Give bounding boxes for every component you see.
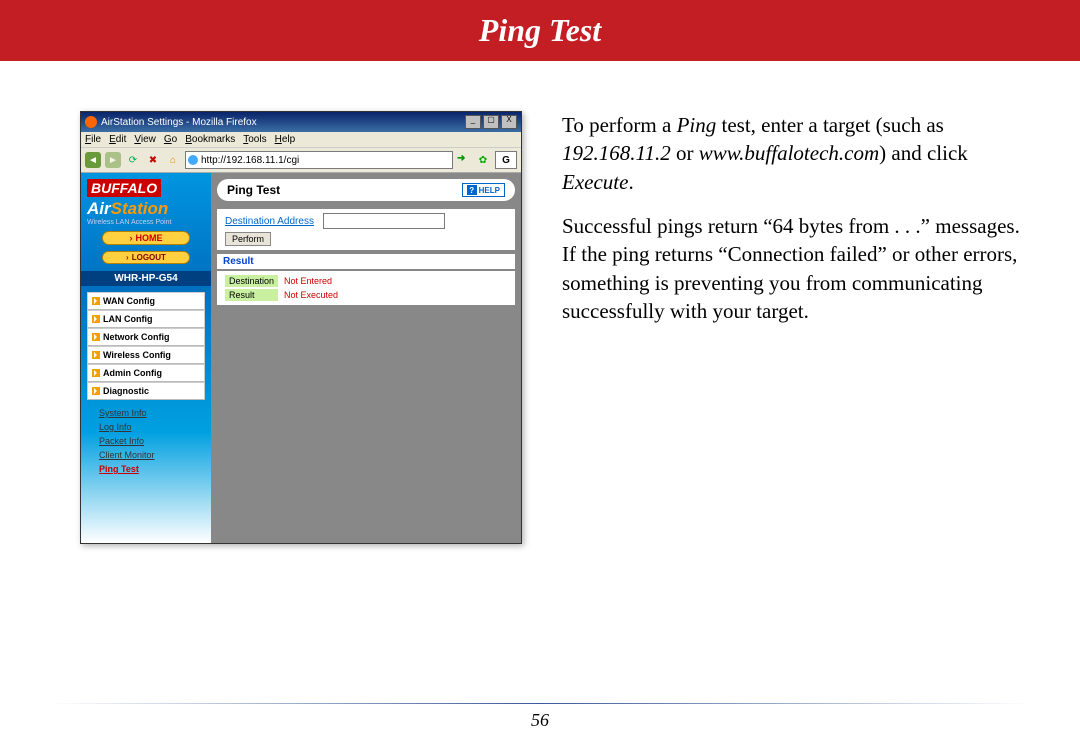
page-title: Ping Test [479, 12, 601, 48]
menu-bar: File Edit View Go Bookmarks Tools Help [81, 132, 521, 148]
address-bar: ◄ ► ⟳ ✖ ⌂ http://192.168.11.1/cgi ➜ ✿ G [81, 148, 521, 173]
chevron-right-icon [92, 369, 100, 377]
reload-icon[interactable]: ⟳ [125, 152, 141, 168]
panel-title: Ping Test [227, 183, 280, 197]
result-header: Result [217, 254, 515, 269]
chevron-right-icon: › [130, 233, 133, 243]
result-key: Result [225, 289, 278, 301]
menu-file[interactable]: File [85, 134, 101, 145]
extension-icon[interactable]: ✿ [475, 152, 491, 168]
maximize-button[interactable]: ▢ [483, 115, 499, 129]
footer: 56 [0, 703, 1080, 731]
forward-icon[interactable]: ► [105, 152, 121, 168]
logout-button-label: LOGOUT [132, 253, 166, 262]
sidebar-item-lan[interactable]: LAN Config [87, 310, 205, 328]
airstation-a: Air [87, 199, 111, 218]
question-icon: ? [467, 185, 477, 195]
table-row: Destination Not Entered [225, 275, 342, 287]
destination-section: Destination Address Perform [217, 209, 515, 250]
sidebar-item-label: Wireless Config [103, 350, 171, 360]
doc-paragraph-2: Successful pings return “64 bytes from .… [562, 212, 1020, 325]
perform-button[interactable]: Perform [225, 232, 271, 246]
logout-button[interactable]: › LOGOUT [102, 251, 190, 264]
search-engine-box[interactable]: G [495, 151, 517, 169]
result-key: Destination [225, 275, 278, 287]
sidebar-item-label: Admin Config [103, 368, 162, 378]
destination-label: Destination Address [225, 216, 314, 227]
content-area: AirStation Settings - Mozilla Firefox _ … [0, 61, 1080, 564]
result-value: Not Entered [280, 275, 342, 287]
sidebar-item-wan[interactable]: WAN Config [87, 292, 205, 310]
doc-text: To perform a Ping test, enter a target (… [562, 111, 1020, 544]
sidebar-item-label: WAN Config [103, 296, 155, 306]
model-label: WHR-HP-G54 [81, 271, 211, 286]
result-value: Not Executed [280, 289, 342, 301]
close-button[interactable]: X [501, 115, 517, 129]
menu-help[interactable]: Help [275, 134, 296, 145]
window-title-bar: AirStation Settings - Mozilla Firefox _ … [81, 112, 521, 132]
menu-tools[interactable]: Tools [243, 134, 266, 145]
menu-view[interactable]: View [134, 134, 156, 145]
sidebar-item-wireless[interactable]: Wireless Config [87, 346, 205, 364]
subnav-log-info[interactable]: Log Info [89, 420, 203, 434]
buffalo-logo: BUFFALO [87, 179, 161, 197]
help-button[interactable]: ? HELP [462, 183, 505, 197]
home-button-label: HOME [136, 233, 163, 243]
sidebar-item-label: LAN Config [103, 314, 153, 324]
page-title-bar: Ping Test [0, 0, 1080, 61]
url-input[interactable]: http://192.168.11.1/cgi [185, 151, 453, 169]
table-row: Result Not Executed [225, 289, 342, 301]
menu-bookmarks[interactable]: Bookmarks [185, 134, 235, 145]
firefox-icon [85, 116, 97, 128]
subnav-packet-info[interactable]: Packet Info [89, 434, 203, 448]
home-icon[interactable]: ⌂ [165, 152, 181, 168]
logo-area: BUFFALO AirStation Wireless LAN Access P… [81, 173, 211, 228]
sidebar-item-label: Network Config [103, 332, 170, 342]
chevron-right-icon [92, 333, 100, 341]
sidebar-item-label: Diagnostic [103, 386, 149, 396]
browser-screenshot: AirStation Settings - Mozilla Firefox _ … [80, 111, 522, 544]
stop-icon[interactable]: ✖ [145, 152, 161, 168]
result-table: Destination Not Entered Result Not Execu… [223, 273, 344, 303]
url-text: http://192.168.11.1/cgi [201, 155, 299, 166]
sidebar-item-admin[interactable]: Admin Config [87, 364, 205, 382]
result-section: Destination Not Entered Result Not Execu… [217, 271, 515, 305]
chevron-right-icon [92, 315, 100, 323]
chevron-right-icon: › [126, 253, 129, 262]
destination-input[interactable] [323, 213, 445, 229]
panel-header: Ping Test ? HELP [217, 179, 515, 201]
chevron-right-icon [92, 351, 100, 359]
page-number: 56 [0, 710, 1080, 731]
footer-divider [50, 703, 1030, 704]
sidebar-item-diagnostic[interactable]: Diagnostic [87, 382, 205, 400]
sidebar: BUFFALO AirStation Wireless LAN Access P… [81, 173, 211, 543]
go-icon[interactable]: ➜ [457, 153, 471, 167]
menu-edit[interactable]: Edit [109, 134, 126, 145]
main-panel: Ping Test ? HELP Destination Address Per… [211, 173, 521, 543]
subnav-client-monitor[interactable]: Client Monitor [89, 448, 203, 462]
sidebar-item-network[interactable]: Network Config [87, 328, 205, 346]
help-label: HELP [479, 186, 500, 195]
globe-icon [188, 155, 198, 165]
back-icon[interactable]: ◄ [85, 152, 101, 168]
minimize-button[interactable]: _ [465, 115, 481, 129]
tagline: Wireless LAN Access Point [87, 219, 205, 226]
chevron-right-icon [92, 297, 100, 305]
subnav-system-info[interactable]: System Info [89, 406, 203, 420]
airstation-logo: AirStation [87, 199, 205, 219]
subnav-ping-test[interactable]: Ping Test [89, 462, 203, 476]
nav-list: WAN Config LAN Config Network Config Wir… [87, 292, 205, 400]
window-title: AirStation Settings - Mozilla Firefox [101, 117, 257, 128]
airstation-b: Station [111, 199, 169, 218]
home-button[interactable]: › HOME [102, 231, 190, 245]
browser-body: BUFFALO AirStation Wireless LAN Access P… [81, 173, 521, 543]
menu-go[interactable]: Go [164, 134, 177, 145]
chevron-right-icon [92, 387, 100, 395]
doc-paragraph-1: To perform a Ping test, enter a target (… [562, 111, 1020, 196]
